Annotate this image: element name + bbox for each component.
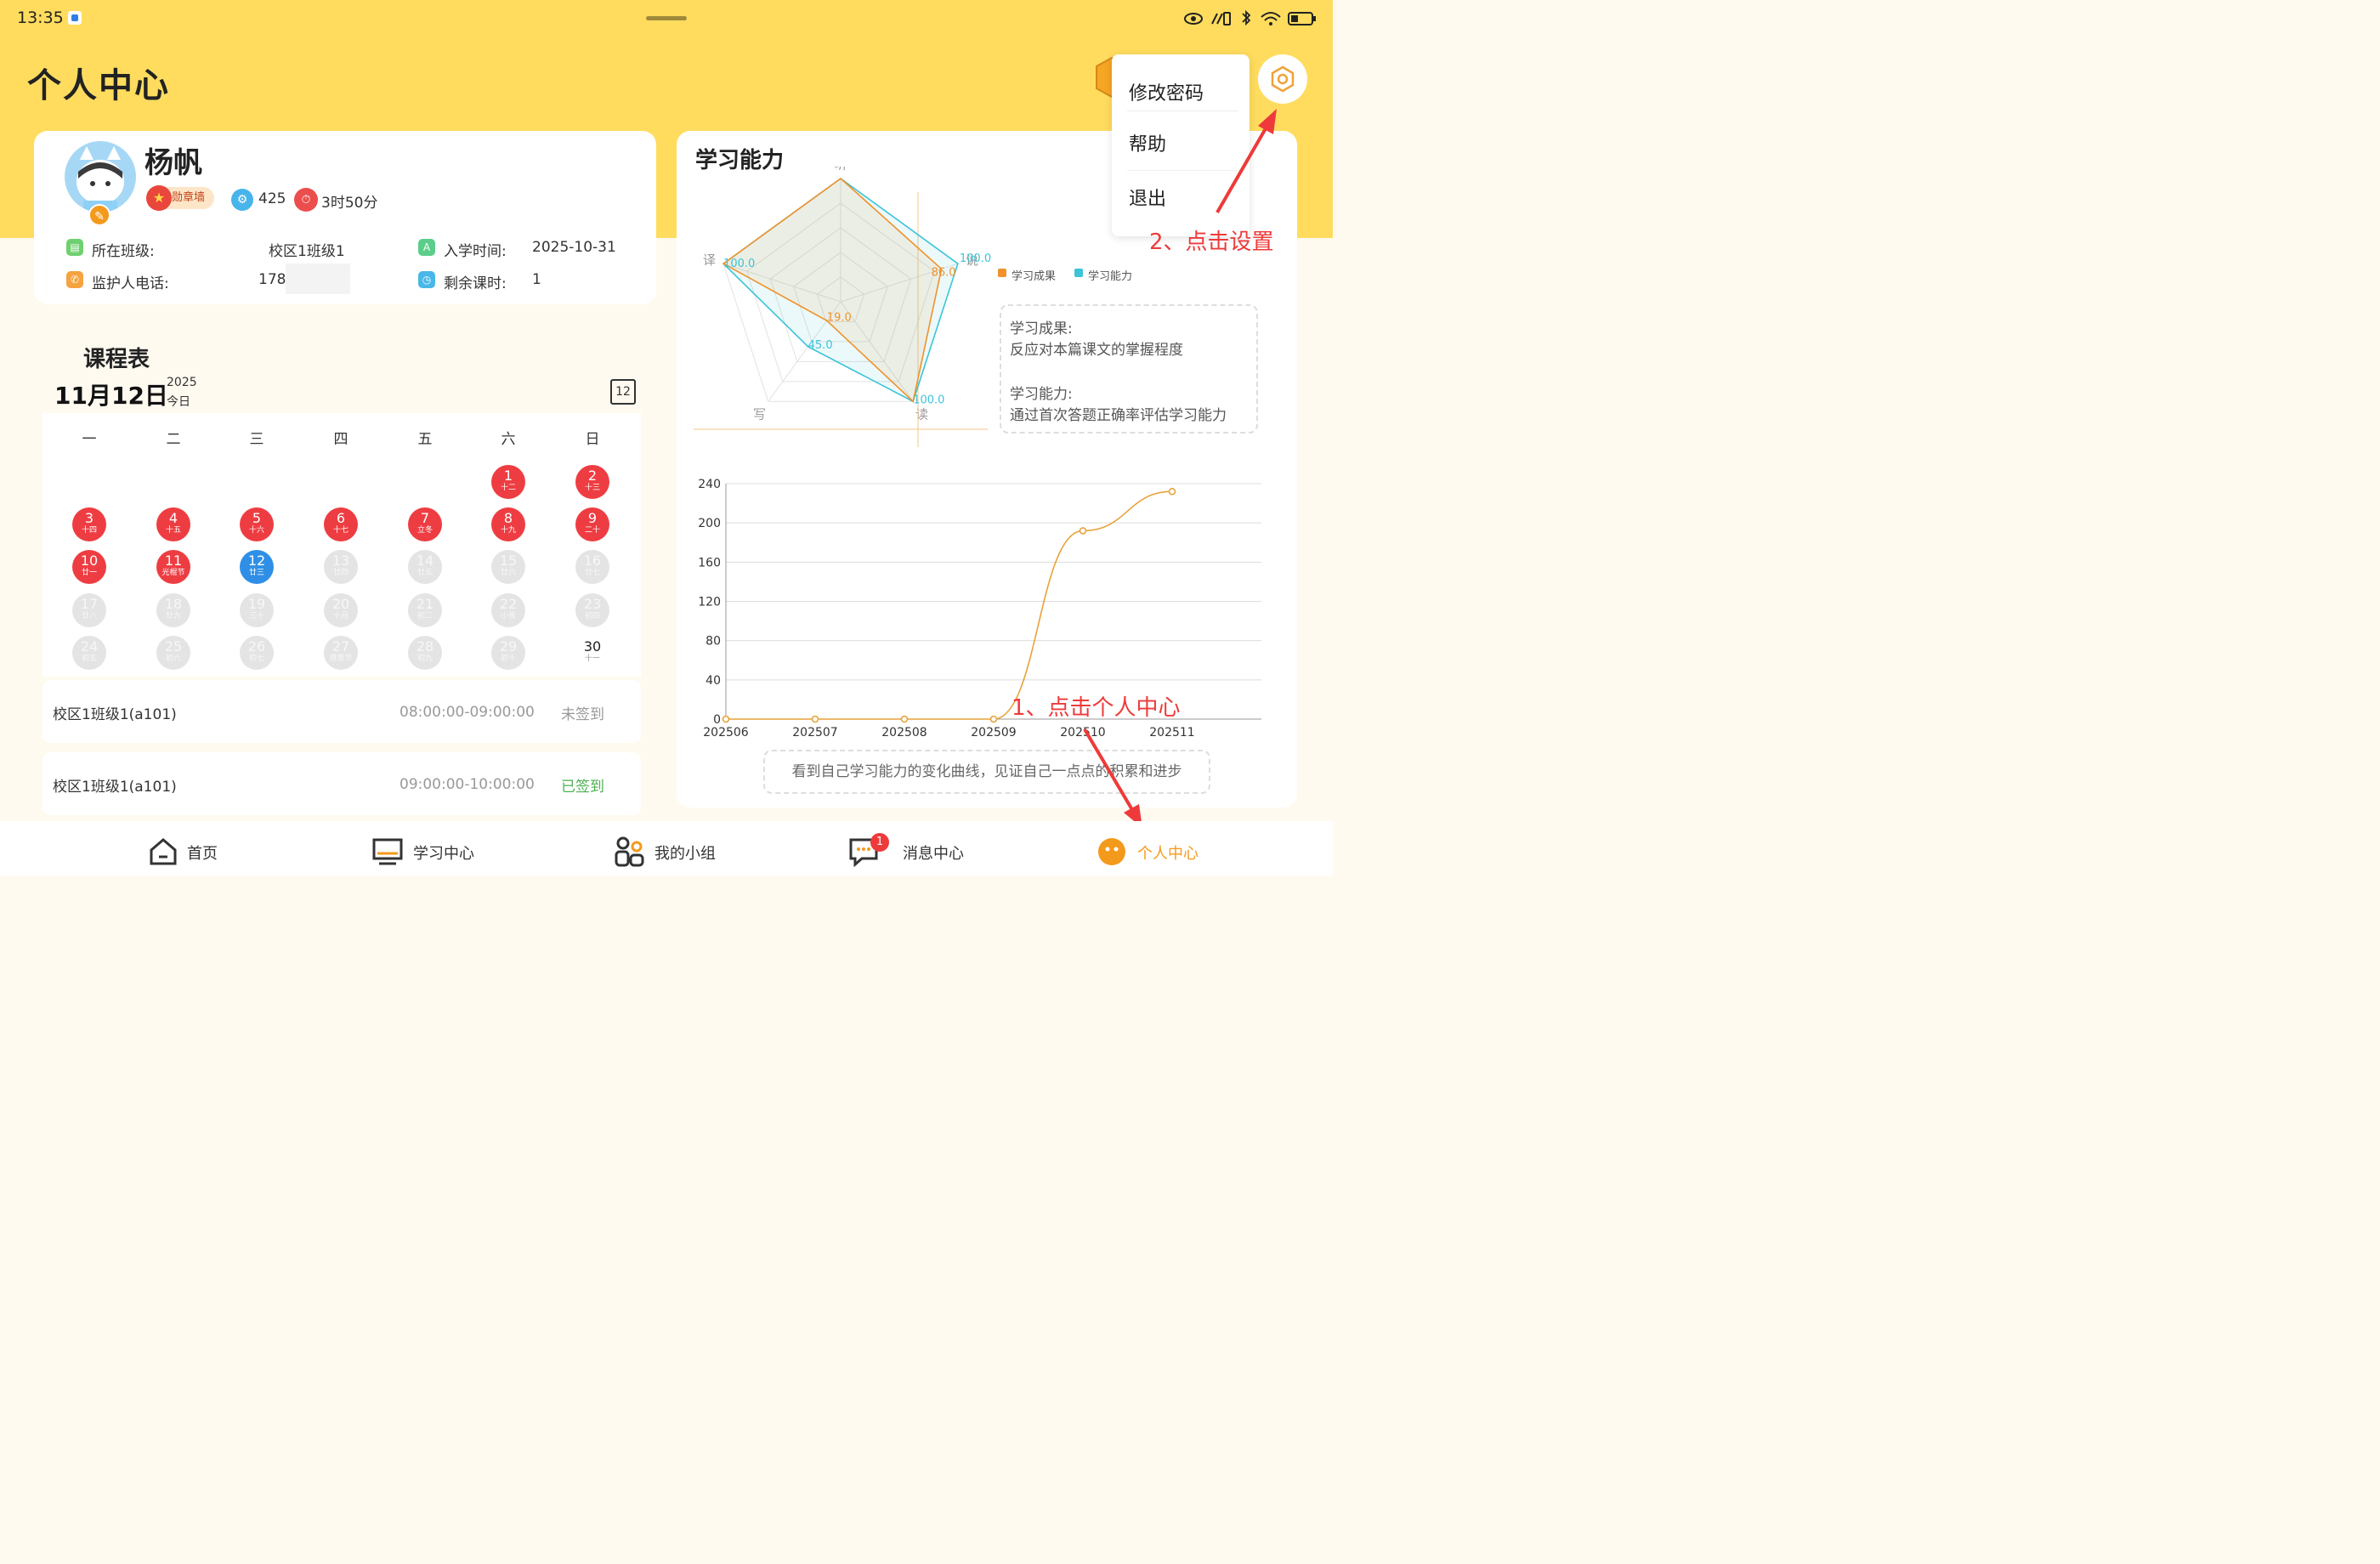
nav-item-messages[interactable]: 消息中心 [847,835,974,869]
annotation-click-settings: 2、点击设置 [1149,230,1274,255]
nav-item-study-center[interactable]: 学习中心 [371,835,490,869]
group-icon [615,836,644,867]
nav-item-home[interactable]: 首页 [144,835,230,869]
home-icon [150,838,177,865]
monitor-icon [372,838,403,865]
profile-icon [1098,838,1125,865]
nav-label-home: 首页 [187,845,218,863]
nav-item-profile[interactable]: 个人中心 [1096,835,1216,869]
annotation-click-profile: 1、点击个人中心 [1012,695,1181,721]
nav-label-messages: 消息中心 [903,845,964,863]
annotation-arrows [1083,109,1277,828]
nav-item-my-group[interactable]: 我的小组 [612,835,731,869]
message-count-badge: 1 [870,833,889,852]
nav-label-study-center: 学习中心 [413,845,474,863]
nav-label-my-group: 我的小组 [654,845,716,863]
nav-label-profile: 个人中心 [1137,845,1198,863]
